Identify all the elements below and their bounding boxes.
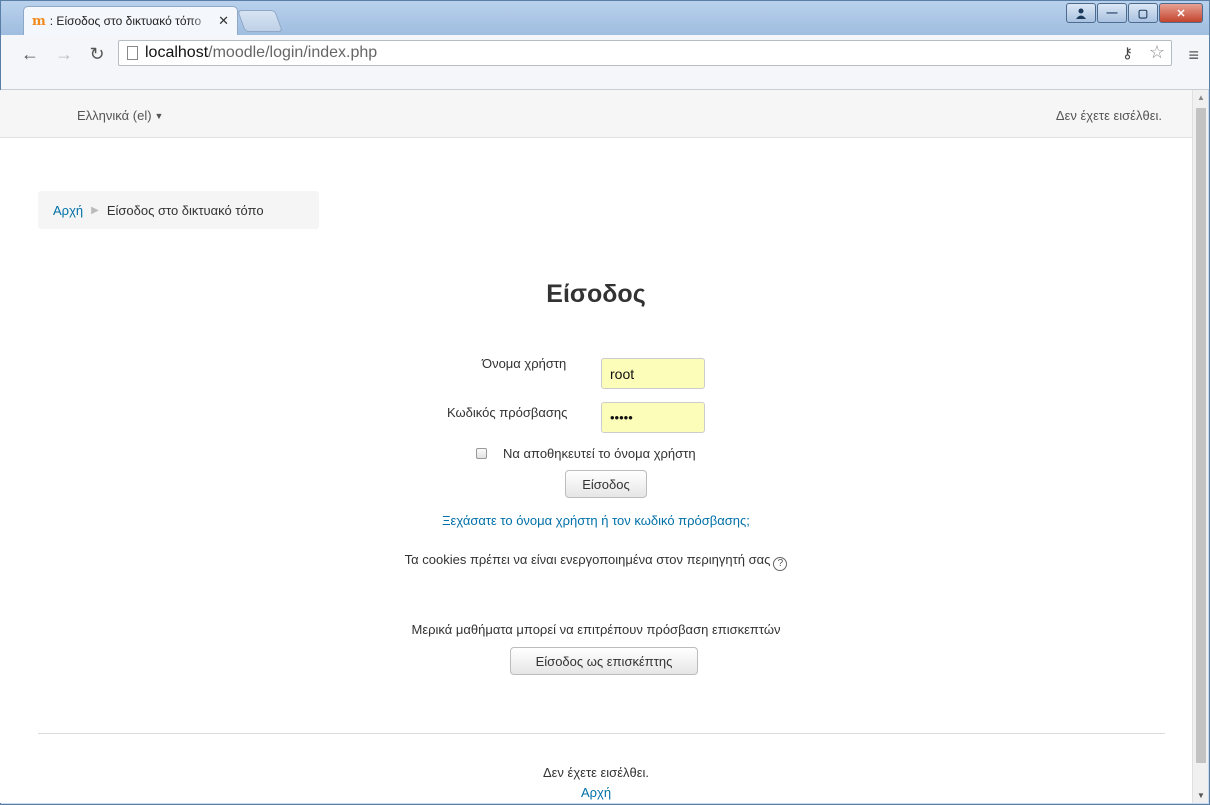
- moodle-favicon-icon: m: [32, 13, 46, 29]
- breadcrumb-current: Είσοδος στο δικτυακό τόπο: [106, 202, 264, 218]
- scroll-thumb[interactable]: [1196, 108, 1206, 763]
- window-controls: — ▢ ✕: [1066, 3, 1203, 23]
- tab-close-icon[interactable]: ✕: [218, 13, 229, 29]
- top-navbar: Ελληνικά (el) ▼ Δεν έχετε εισέλθει.: [0, 90, 1192, 138]
- minimize-button[interactable]: —: [1097, 3, 1127, 23]
- guest-login-button[interactable]: Είσοδος ως επισκέπτης: [510, 647, 698, 675]
- cookies-text: Τα cookies πρέπει να είναι ενεργοποιημέν…: [404, 552, 771, 567]
- close-window-button[interactable]: ✕: [1159, 3, 1203, 23]
- url-path: /moodle/login/index.php: [208, 44, 378, 61]
- title-bar: m : Είσοδος στο δικτυακό τόπο ✕ — ▢ ✕: [1, 1, 1209, 35]
- address-bar[interactable]: localhost/moodle/login/index.php ⚷ ☆: [118, 40, 1172, 66]
- bookmark-star-icon[interactable]: ☆: [1149, 42, 1165, 63]
- browser-toolbar: ← → ↻ localhost/moodle/login/index.php ⚷…: [1, 35, 1209, 90]
- scroll-down-icon[interactable]: ▼: [1197, 791, 1205, 800]
- guest-notice: Μερικά μαθήματα μπορεί να επιτρέπουν πρό…: [411, 622, 781, 637]
- footer-divider: [38, 733, 1165, 734]
- scroll-up-icon[interactable]: ▲: [1197, 93, 1205, 102]
- key-icon[interactable]: ⚷: [1122, 44, 1133, 62]
- password-input[interactable]: [601, 402, 705, 433]
- caret-down-icon: ▼: [154, 111, 164, 121]
- username-input[interactable]: [601, 358, 705, 389]
- breadcrumb: Αρχή ▶ Είσοδος στο δικτυακό τόπο: [38, 191, 319, 229]
- back-arrow-icon[interactable]: ←: [19, 44, 41, 65]
- remember-checkbox[interactable]: [476, 448, 487, 459]
- user-icon[interactable]: [1066, 3, 1096, 23]
- login-status: Δεν έχετε εισέλθει.: [1055, 108, 1162, 123]
- footer-home-link-wrap: Αρχή: [0, 785, 1192, 800]
- footer-login-status: Δεν έχετε εισέλθει.: [542, 765, 650, 780]
- forgot-password-text[interactable]: Ξεχάσατε το όνομα χρήστη ή τον κωδικό πρ…: [442, 513, 750, 528]
- reload-icon[interactable]: ↻: [86, 44, 108, 65]
- cookies-notice: Τα cookies πρέπει να είναι ενεργοποιημέν…: [0, 552, 1192, 571]
- language-menu[interactable]: Ελληνικά (el) ▼: [77, 108, 163, 123]
- browser-tab[interactable]: m : Είσοδος στο δικτυακό τόπο ✕: [23, 6, 238, 35]
- username-label: Όνομα χρήστη: [482, 356, 567, 371]
- login-button[interactable]: Είσοδος: [565, 470, 647, 498]
- page-content: Ελληνικά (el) ▼ Δεν έχετε εισέλθει. Αρχή …: [0, 90, 1192, 803]
- maximize-button[interactable]: ▢: [1128, 3, 1158, 23]
- password-label: Κωδικός πρόσβασης: [447, 405, 568, 420]
- breadcrumb-home-link[interactable]: Αρχή: [53, 203, 83, 218]
- forgot-password-link: Ξεχάσατε το όνομα χρήστη ή τον κωδικό πρ…: [0, 513, 1192, 528]
- remember-label: Να αποθηκευτεί το όνομα χρήστη: [503, 446, 696, 461]
- url-host: localhost: [145, 44, 209, 61]
- vertical-scrollbar[interactable]: ▲ ▼: [1192, 90, 1208, 803]
- page-icon: [127, 46, 138, 60]
- help-icon[interactable]: ?: [773, 557, 788, 571]
- language-label: Ελληνικά (el): [77, 108, 152, 123]
- forward-arrow-icon[interactable]: →: [53, 44, 75, 65]
- page-title: Είσοδος: [546, 280, 646, 308]
- tab-title: : Είσοδος στο δικτυακό τόπο: [49, 14, 202, 28]
- remember-username: Να αποθηκευτεί το όνομα χρήστη: [476, 446, 696, 461]
- new-tab-button[interactable]: [236, 10, 284, 32]
- menu-icon[interactable]: ≡: [1188, 45, 1199, 66]
- breadcrumb-separator-icon: ▶: [91, 204, 99, 216]
- footer-home-link[interactable]: Αρχή: [581, 785, 611, 800]
